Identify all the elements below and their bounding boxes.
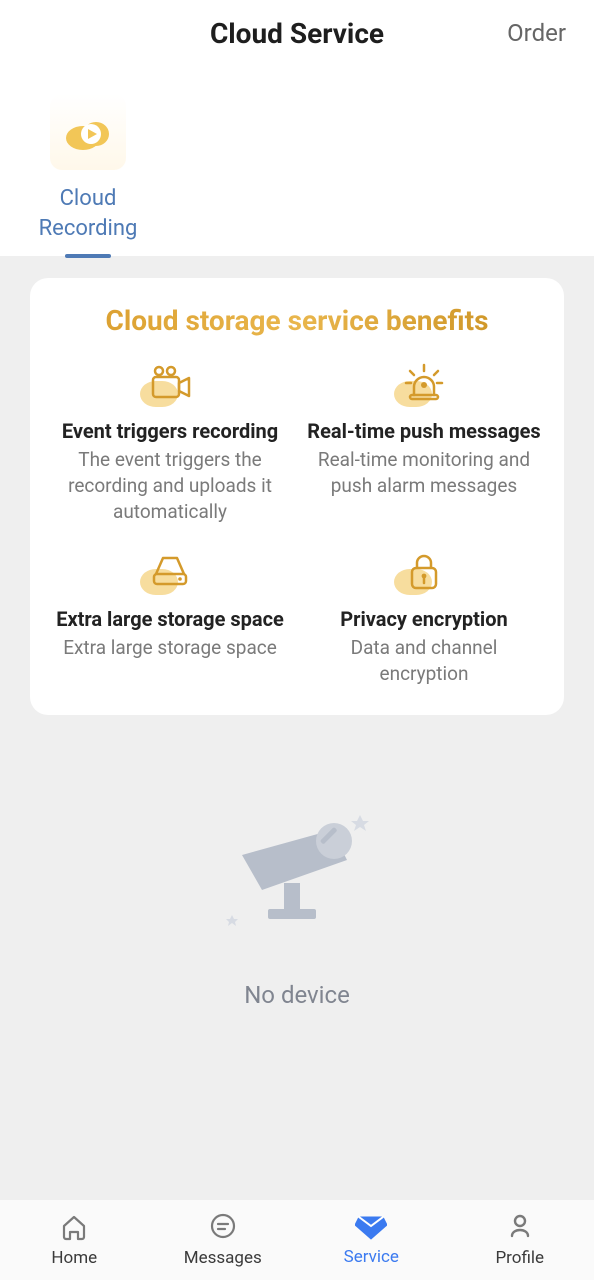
benefit-item: Real-time push messages Real-time monito… [300,357,548,525]
nav-label: Service [344,1247,399,1267]
empty-label: No device [244,981,350,1009]
app-header: Cloud Service Order [0,0,594,66]
tab-underline [65,254,111,258]
nav-label: Profile [495,1248,544,1268]
person-icon [505,1212,535,1242]
nav-label: Home [51,1248,97,1268]
tab-strip: Cloud Recording [0,66,594,256]
tab-label: Cloud Recording [39,184,138,244]
nav-service[interactable]: Service [297,1200,446,1280]
benefit-item: Extra large storage space Extra large st… [46,545,294,687]
benefit-title: Extra large storage space [56,607,284,631]
tab-cloud-recording[interactable]: Cloud Recording [0,66,176,258]
benefits-grid: Event triggers recording The event trigg… [46,357,548,687]
diamond-icon [355,1213,387,1241]
cloud-recording-icon [50,94,126,170]
nav-home[interactable]: Home [0,1200,149,1280]
camera-record-icon [144,357,196,409]
benefits-card: Cloud storage service benefits Event tri… [30,278,564,715]
benefit-desc: Real-time monitoring and push alarm mess… [304,447,544,499]
page-title: Cloud Service [0,17,594,50]
storage-drive-icon [144,545,196,597]
nav-messages[interactable]: Messages [149,1200,298,1280]
empty-state: No device [30,805,564,1009]
siren-icon [398,357,450,409]
chat-icon [208,1212,238,1242]
home-icon [59,1212,89,1242]
no-device-icon [212,805,382,955]
benefits-title: Cloud storage service benefits [46,304,548,337]
benefit-title: Real-time push messages [307,419,540,443]
nav-label: Messages [184,1248,262,1268]
lock-key-icon [398,545,450,597]
nav-profile[interactable]: Profile [446,1200,594,1280]
benefit-desc: Data and channel encryption [304,635,544,687]
benefit-desc: The event triggers the recording and upl… [50,447,290,525]
benefit-desc: Extra large storage space [63,635,277,661]
order-button[interactable]: Order [507,19,566,47]
benefit-item: Privacy encryption Data and channel encr… [300,545,548,687]
benefit-item: Event triggers recording The event trigg… [46,357,294,525]
benefit-title: Privacy encryption [340,607,507,631]
page-body: Cloud storage service benefits Event tri… [0,256,594,1200]
bottom-nav: Home Messages Service Profile [0,1200,594,1280]
benefit-title: Event triggers recording [62,419,278,443]
